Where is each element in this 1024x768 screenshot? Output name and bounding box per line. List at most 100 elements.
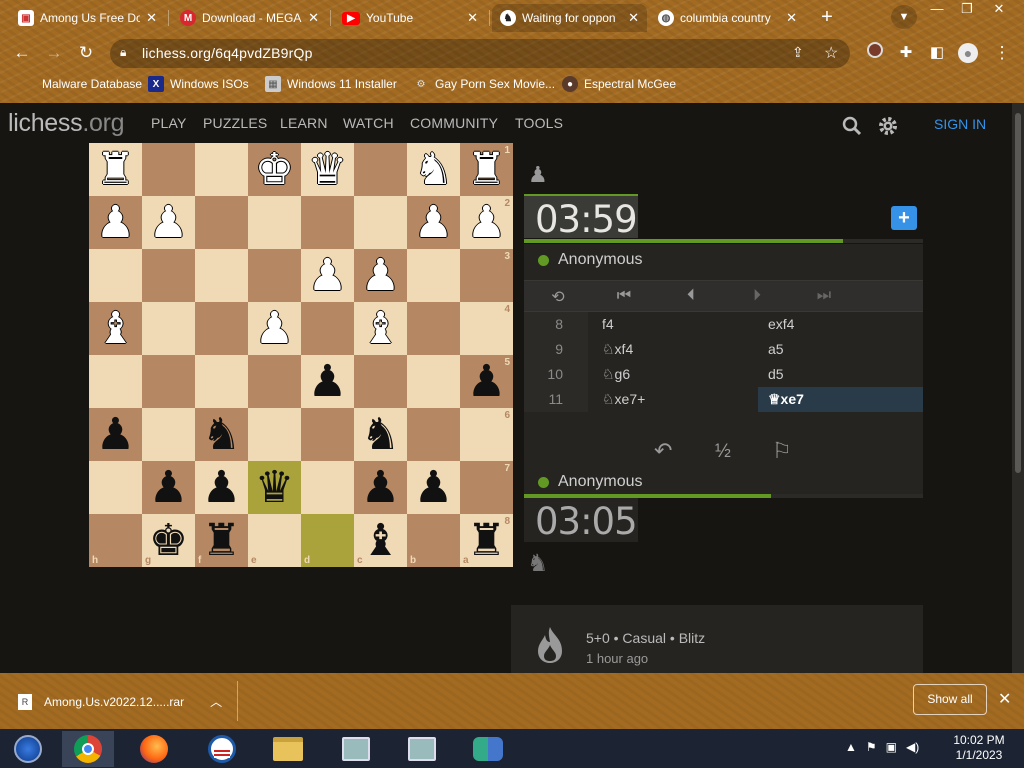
system-clock[interactable]: 10:02 PM 1/1/2023 (944, 733, 1014, 763)
bookmark-movie[interactable]: ⚙ Gay Porn Sex Movie... (413, 76, 556, 92)
new-tab-button[interactable]: + (814, 6, 840, 30)
move-white[interactable]: f4 (602, 312, 614, 337)
board-square[interactable] (195, 249, 248, 302)
users-icon[interactable] (462, 731, 514, 767)
black-rook-icon[interactable]: ♜ (202, 518, 241, 563)
board-square[interactable] (301, 408, 354, 461)
url-text[interactable]: lichess.org/6q4pvdZB9rQp (142, 45, 313, 61)
board-square[interactable]: 4 (460, 302, 513, 355)
black-pawn-icon[interactable]: ♟ (414, 465, 453, 510)
move-black[interactable]: d5 (768, 362, 784, 387)
address-bar[interactable]: 🔒︎ lichess.org/6q4pvdZB9rQp ⇪ ☆ (110, 39, 850, 68)
close-icon[interactable]: ✕ (998, 689, 1011, 709)
move-black[interactable]: a5 (768, 337, 784, 362)
next-move-icon[interactable]: ⏵ (745, 287, 769, 305)
board-square[interactable]: ♟ 5 (460, 355, 513, 408)
move-white[interactable]: ♘g6 (602, 362, 630, 387)
tab-lichess[interactable]: ♞ Waiting for oppon ✕ (492, 4, 647, 32)
chess-board[interactable]: ♜ ♚ ♛ ♞ ♜ 1 ♟ ♟ ♟ ♟ 2 ♟ ♟ 3 ♝ ♟ ♝ 4 ♟ ♟ 5 ♟ ♞ ♞ 6 ♟ ♟ ♛ ♟ ♟ 7 h ♚ g ♜ f e d ♝ c… (89, 143, 513, 567)
move-black[interactable]: exf4 (768, 312, 794, 337)
restore-button[interactable]: ❐ (952, 0, 982, 18)
board-square[interactable]: ♟ (301, 249, 354, 302)
board-square[interactable]: e (248, 514, 301, 567)
board-square[interactable]: ♛ (301, 143, 354, 196)
board-square[interactable]: ♟ (354, 461, 407, 514)
board-square[interactable]: ♞ (407, 143, 460, 196)
black-pawn-icon[interactable]: ♟ (149, 465, 188, 510)
board-square[interactable] (142, 408, 195, 461)
site-logo[interactable]: lichess.org (8, 109, 125, 138)
network-computer-icon[interactable] (396, 731, 448, 767)
network-icon[interactable]: ▣ (886, 740, 897, 754)
move-black-current[interactable]: ♕xe7 (758, 387, 923, 412)
black-pawn-icon[interactable]: ♟ (361, 465, 400, 510)
close-icon[interactable]: ✕ (146, 10, 157, 26)
tab-among-us[interactable]: ▣ Among Us Free Dow ✕ (10, 4, 165, 32)
nav-puzzles[interactable]: PUZZLES (203, 115, 267, 131)
gear-icon[interactable] (877, 115, 899, 137)
board-square[interactable] (89, 249, 142, 302)
board-square[interactable] (354, 143, 407, 196)
white-pawn-icon[interactable]: ♟ (467, 200, 506, 245)
board-square[interactable]: ♚ g (142, 514, 195, 567)
computer-icon[interactable] (330, 731, 382, 767)
bottom-player[interactable]: Anonymous (538, 470, 643, 494)
board-square[interactable]: 6 (460, 408, 513, 461)
board-square[interactable]: ♟ (354, 249, 407, 302)
board-square[interactable]: ♟ (89, 408, 142, 461)
black-knight-icon[interactable]: ♞ (202, 412, 241, 457)
board-square[interactable]: ♟ (407, 461, 460, 514)
black-queen-icon[interactable]: ♛ (255, 465, 294, 510)
black-knight-icon[interactable]: ♞ (361, 412, 400, 457)
prev-move-icon[interactable]: ⏴ (679, 287, 703, 305)
bookmark-malware-database[interactable]: Malware Database (20, 76, 142, 92)
chevron-up-icon[interactable]: ︿ (210, 693, 222, 710)
bookmark-windows-isos[interactable]: X Windows ISOs (148, 76, 249, 92)
board-square[interactable] (195, 355, 248, 408)
last-move-icon[interactable]: ⏭ (812, 287, 836, 305)
board-square[interactable]: ♟ (301, 355, 354, 408)
white-pawn-icon[interactable]: ♟ (255, 306, 294, 351)
first-move-icon[interactable]: ⏮ (612, 287, 636, 305)
extensions-icon[interactable]: ✚ (894, 42, 918, 64)
tab-columbia[interactable]: ◍ columbia country ✕ (650, 4, 805, 32)
board-square[interactable] (195, 302, 248, 355)
black-pawn-icon[interactable]: ♟ (467, 359, 506, 404)
white-bishop-icon[interactable]: ♝ (361, 306, 400, 351)
black-pawn-icon[interactable]: ♟ (96, 412, 135, 457)
board-square[interactable]: ♜ f (195, 514, 248, 567)
file-explorer-icon[interactable] (262, 731, 314, 767)
board-square[interactable]: ♟ (195, 461, 248, 514)
board-square[interactable] (248, 355, 301, 408)
board-square[interactable]: ♟ (407, 196, 460, 249)
tab-youtube[interactable]: ▶ YouTube ✕ (334, 4, 486, 32)
board-square[interactable] (407, 355, 460, 408)
search-icon[interactable] (841, 115, 863, 137)
show-all-button[interactable]: Show all (913, 684, 987, 715)
board-square[interactable]: ♚ (248, 143, 301, 196)
add-time-button[interactable]: + (891, 206, 917, 230)
white-pawn-icon[interactable]: ♟ (361, 253, 400, 298)
offer-draw-button[interactable]: ½ (715, 441, 731, 463)
white-rook-icon[interactable]: ♜ (467, 147, 506, 192)
board-square[interactable] (195, 143, 248, 196)
white-knight-icon[interactable]: ♞ (414, 147, 453, 192)
board-square[interactable]: ♟ 2 (460, 196, 513, 249)
white-pawn-icon[interactable]: ♟ (414, 200, 453, 245)
menu-icon[interactable]: ⋮ (990, 42, 1014, 64)
board-square[interactable]: d (301, 514, 354, 567)
board-square[interactable] (142, 302, 195, 355)
board-square[interactable] (195, 196, 248, 249)
white-king-icon[interactable]: ♚ (255, 147, 294, 192)
board-square[interactable] (354, 355, 407, 408)
nav-community[interactable]: COMMUNITY (410, 115, 498, 131)
black-pawn-icon[interactable]: ♟ (308, 359, 347, 404)
board-square[interactable] (89, 461, 142, 514)
avatar[interactable] (863, 42, 887, 64)
star-icon[interactable]: ☆ (824, 43, 838, 63)
board-square[interactable]: ♜ (89, 143, 142, 196)
board-square[interactable]: ♜ 8 a (460, 514, 513, 567)
white-bishop-icon[interactable]: ♝ (96, 306, 135, 351)
board-square[interactable]: b (407, 514, 460, 567)
share-icon[interactable]: ⇪ (792, 44, 804, 61)
